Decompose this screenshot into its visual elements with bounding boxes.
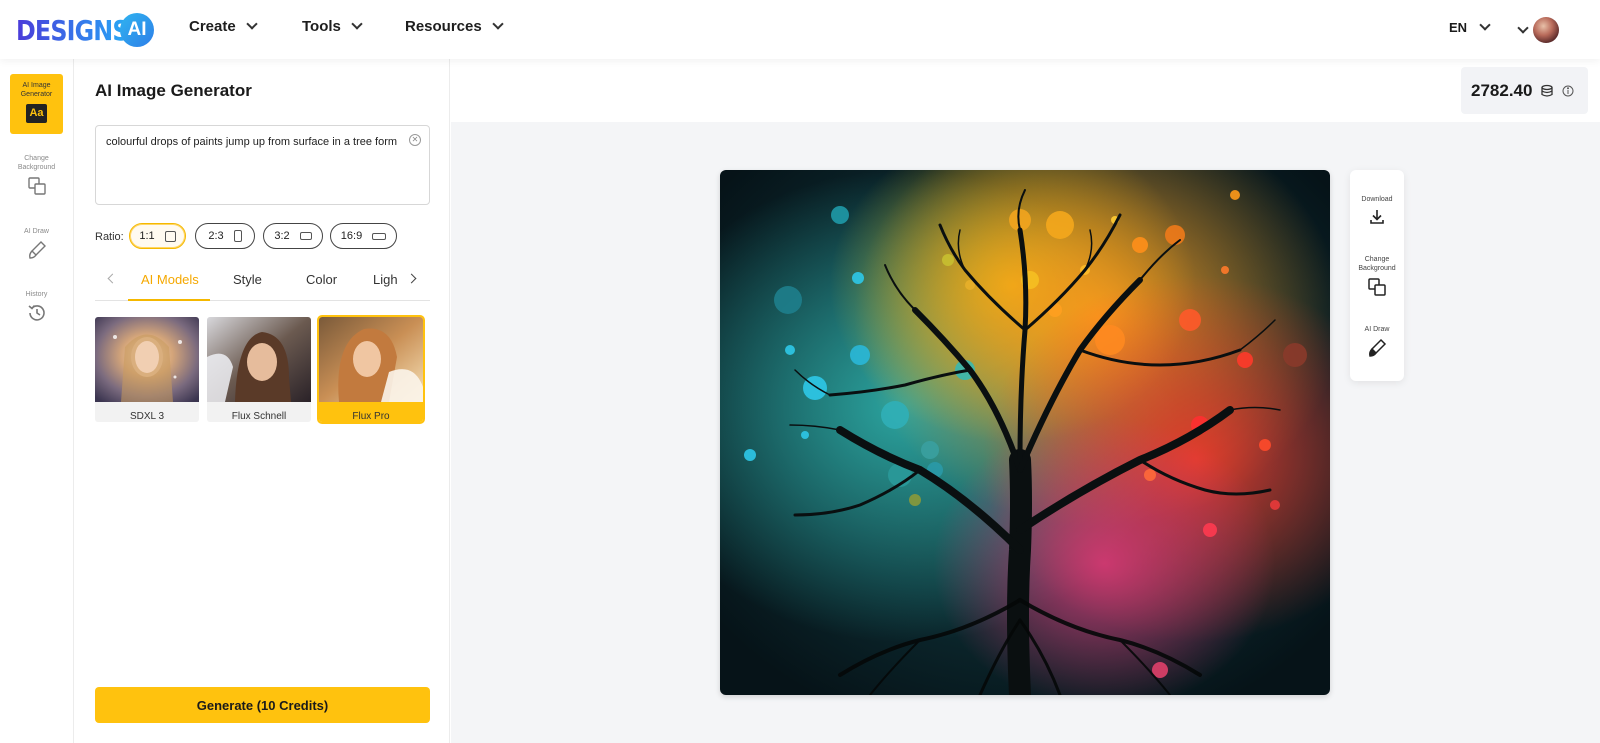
- clear-icon[interactable]: ✕: [409, 134, 421, 146]
- ratio-option-label: 1:1: [139, 230, 155, 242]
- chevron-right-icon[interactable]: [406, 273, 417, 284]
- rail-item-history[interactable]: History: [10, 290, 63, 323]
- logo-ai-badge: AI: [120, 13, 154, 47]
- tab-style[interactable]: Style: [233, 272, 262, 287]
- rail-item-label: AI Image Generator: [20, 82, 53, 98]
- download-action[interactable]: Download: [1350, 195, 1404, 226]
- ratio-option-16-9[interactable]: 16:9: [330, 223, 397, 249]
- generate-button[interactable]: Generate (10 Credits): [95, 687, 430, 723]
- chevron-left-icon[interactable]: [107, 273, 118, 284]
- widescreen-icon: [372, 232, 387, 240]
- model-thumbnail: [207, 317, 311, 402]
- nav-create-label: Create: [189, 18, 236, 35]
- action-label: AI Draw: [1364, 326, 1390, 333]
- model-card-sdxl-3[interactable]: SDXL 3: [95, 317, 199, 422]
- model-card-flux-schnell[interactable]: Flux Schnell: [207, 317, 311, 422]
- model-label: SDXL 3: [129, 411, 165, 422]
- ai-draw-action[interactable]: AI Draw: [1350, 325, 1404, 358]
- active-tab-indicator: [128, 299, 210, 301]
- language-label: EN: [1449, 20, 1468, 35]
- chevron-down-icon: [1479, 19, 1491, 31]
- portrait-icon: [233, 230, 242, 242]
- image-actions-toolbar: Download Change Background AI Draw: [1350, 170, 1404, 381]
- coins-icon: [1541, 84, 1554, 97]
- rail-item-change-background[interactable]: Change Background: [10, 154, 63, 196]
- ratio-option-3-2[interactable]: 3:2: [263, 223, 323, 249]
- chevron-down-icon: [351, 18, 363, 30]
- ratio-option-label: 3:2: [274, 230, 290, 242]
- brush-icon: [28, 241, 46, 259]
- logo-wordmark: DESIGNS.: [16, 13, 138, 47]
- action-label: Change Background: [1358, 256, 1396, 272]
- brand-logo[interactable]: DESIGNS. AI: [16, 13, 158, 47]
- page-title: AI Image Generator: [95, 81, 252, 100]
- nav-tools[interactable]: Tools: [302, 18, 363, 35]
- action-label: Download: [1361, 196, 1393, 203]
- rail-item-label: History: [25, 291, 48, 298]
- language-select[interactable]: EN: [1449, 19, 1491, 35]
- generator-panel: AI Image Generator colourful drops of pa…: [74, 59, 450, 743]
- ratio-option-label: 2:3: [208, 230, 224, 242]
- model-card-flux-pro[interactable]: Flux Pro: [317, 315, 425, 424]
- model-thumbnail: [319, 317, 423, 402]
- model-label: Flux Schnell: [231, 411, 287, 422]
- ratio-option-1-1[interactable]: 1:1: [129, 223, 186, 249]
- chevron-down-icon: [1517, 21, 1529, 34]
- prompt-textarea[interactable]: colourful drops of paints jump up from s…: [95, 125, 430, 205]
- text-aa-icon: Aa: [26, 104, 47, 123]
- account-menu[interactable]: [1517, 17, 1559, 43]
- layers-swap-icon: [1368, 278, 1386, 296]
- ratio-option-label: 16:9: [340, 230, 363, 242]
- chevron-down-icon: [246, 18, 258, 30]
- rail-item-label: AI Draw: [24, 228, 49, 235]
- history-icon: [27, 304, 45, 321]
- credits-balance[interactable]: 2782.40: [1461, 67, 1588, 114]
- tab-color[interactable]: Color: [306, 272, 337, 287]
- brush-icon: [1369, 338, 1387, 357]
- ratio-option-2-3[interactable]: 2:3: [195, 223, 255, 249]
- nav-create[interactable]: Create: [189, 18, 258, 35]
- chevron-down-icon: [492, 18, 504, 30]
- ratio-label: Ratio:: [95, 231, 124, 243]
- canvas-header: [451, 59, 1600, 122]
- nav-resources[interactable]: Resources: [405, 18, 504, 35]
- landscape-icon: [299, 232, 312, 240]
- rail-item-label: Change Background: [17, 155, 56, 171]
- change-background-action[interactable]: Change Background: [1350, 255, 1404, 297]
- nav-resources-label: Resources: [405, 18, 482, 35]
- info-icon[interactable]: [1562, 85, 1574, 97]
- model-label: Flux Pro: [352, 411, 390, 422]
- top-navbar: DESIGNS. AI Create Tools Resources EN: [0, 0, 1600, 59]
- rail-item-ai-draw[interactable]: AI Draw: [10, 227, 63, 260]
- model-thumbnail: [95, 317, 199, 402]
- tab-ai-models[interactable]: AI Models: [141, 272, 199, 287]
- generated-image[interactable]: [720, 170, 1330, 695]
- credits-value: 2782.40: [1471, 80, 1533, 100]
- layers-swap-icon: [27, 177, 46, 195]
- square-icon: [164, 230, 176, 242]
- tool-rail: AI Image Generator Aa Change Background …: [0, 59, 74, 743]
- avatar: [1533, 17, 1559, 43]
- prompt-text: colourful drops of paints jump up from s…: [106, 136, 398, 148]
- rail-item-ai-image-generator[interactable]: AI Image Generator Aa: [10, 74, 63, 134]
- nav-tools-label: Tools: [302, 18, 341, 35]
- download-icon: [1370, 210, 1384, 224]
- option-tabs: AI Models Style Color Ligh: [95, 259, 430, 301]
- tab-lighting[interactable]: Ligh: [373, 272, 398, 287]
